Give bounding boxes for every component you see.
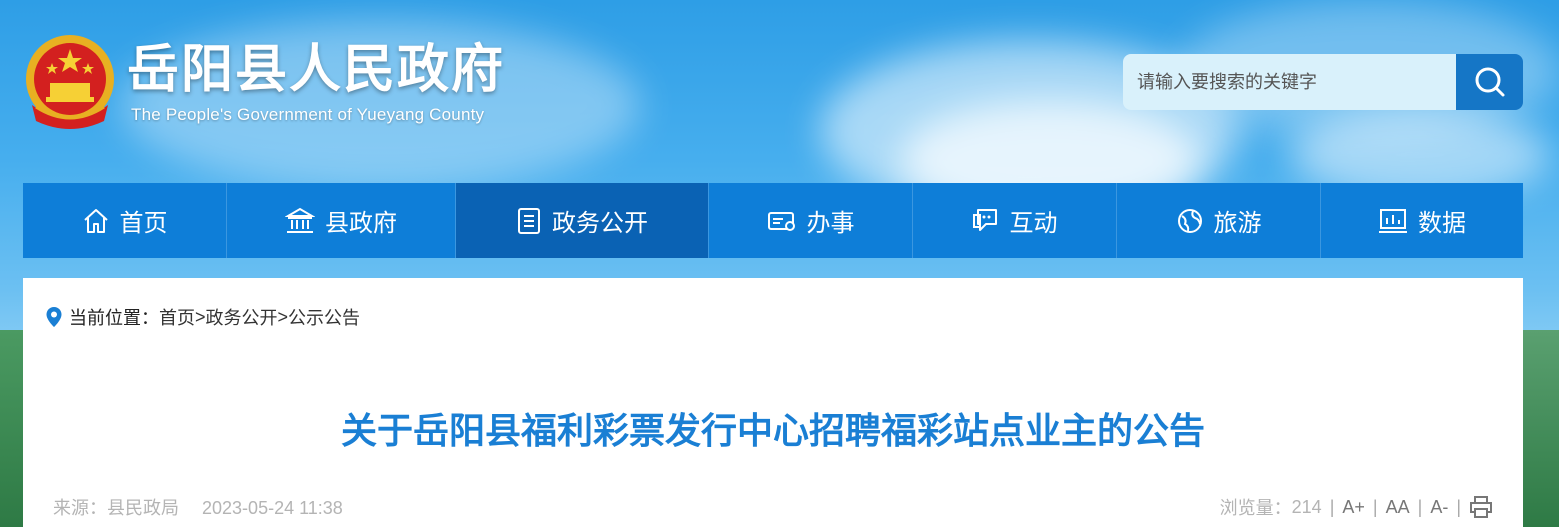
nav-item-label: 数据 xyxy=(1418,210,1466,237)
main-nav: 首页 县政府 政务公开 办事 互动 旅游 数据 xyxy=(23,183,1523,258)
nav-item-label: 首页 xyxy=(119,210,168,237)
search-bar xyxy=(1123,54,1523,110)
nav-item-tourism[interactable]: 旅游 xyxy=(1117,183,1321,258)
views-count: 214 xyxy=(1291,496,1322,517)
site-subtitle: The People's Government of Yueyang Count… xyxy=(131,105,485,124)
nav-item-data[interactable]: 数据 xyxy=(1321,183,1523,258)
nav-item-gov-affairs[interactable]: 政务公开 xyxy=(456,183,709,258)
national-emblem-icon[interactable] xyxy=(22,33,118,133)
chat-icon xyxy=(972,208,997,231)
nav-item-services[interactable]: 办事 xyxy=(709,183,913,258)
print-icon[interactable] xyxy=(1469,495,1493,519)
id-card-icon xyxy=(767,211,795,231)
nav-item-label: 县政府 xyxy=(325,210,397,237)
search-button[interactable] xyxy=(1456,54,1523,110)
breadcrumb: 当前位置： 首页 > 政务公开 > 公示公告 xyxy=(45,304,360,330)
nav-item-label: 政务公开 xyxy=(552,210,648,237)
views-label: 浏览量： xyxy=(1219,498,1292,518)
chart-icon xyxy=(1379,208,1407,233)
nav-item-label: 互动 xyxy=(1009,210,1058,237)
breadcrumb-separator: > xyxy=(195,306,206,327)
trees-decoration xyxy=(1519,330,1559,527)
document-list-icon xyxy=(518,207,540,234)
nav-item-government[interactable]: 县政府 xyxy=(227,183,456,258)
article-tools: 浏览量： 214 | A+ | AA | A- | xyxy=(1220,494,1493,520)
nav-item-label: 旅游 xyxy=(1213,210,1262,237)
government-building-icon xyxy=(285,207,315,233)
article-date: 2023-05-24 11:38 xyxy=(202,498,343,518)
nav-item-interaction[interactable]: 互动 xyxy=(913,183,1117,258)
nav-item-label: 办事 xyxy=(806,210,855,237)
article-panel: 当前位置： 首页 > 政务公开 > 公示公告 关于岳阳县福利彩票发行中心招聘福彩… xyxy=(23,278,1523,527)
globe-icon xyxy=(1177,208,1202,233)
article-source: 来源：县民政局 xyxy=(53,498,179,518)
article-meta: 来源：县民政局 2023-05-24 11:38 xyxy=(53,494,343,520)
search-input[interactable] xyxy=(1123,54,1456,110)
location-pin-icon xyxy=(46,307,62,327)
breadcrumb-link-gov-affairs[interactable]: 政务公开 xyxy=(206,304,278,330)
breadcrumb-label: 当前位置： xyxy=(69,308,159,328)
breadcrumb-link-notices[interactable]: 公示公告 xyxy=(288,304,360,330)
font-decrease-button[interactable]: A- xyxy=(1430,497,1448,518)
breadcrumb-link-home[interactable]: 首页 xyxy=(159,304,195,330)
article-title: 关于岳阳县福利彩票发行中心招聘福彩站点业主的公告 xyxy=(340,410,1205,451)
home-icon xyxy=(83,208,108,233)
search-icon xyxy=(1475,67,1504,97)
site-title[interactable]: 岳阳县人民政府 xyxy=(127,40,505,100)
breadcrumb-separator: > xyxy=(277,306,289,327)
font-reset-button[interactable]: AA xyxy=(1386,497,1410,518)
nav-item-home[interactable]: 首页 xyxy=(23,183,227,258)
font-increase-button[interactable]: A+ xyxy=(1342,497,1365,518)
